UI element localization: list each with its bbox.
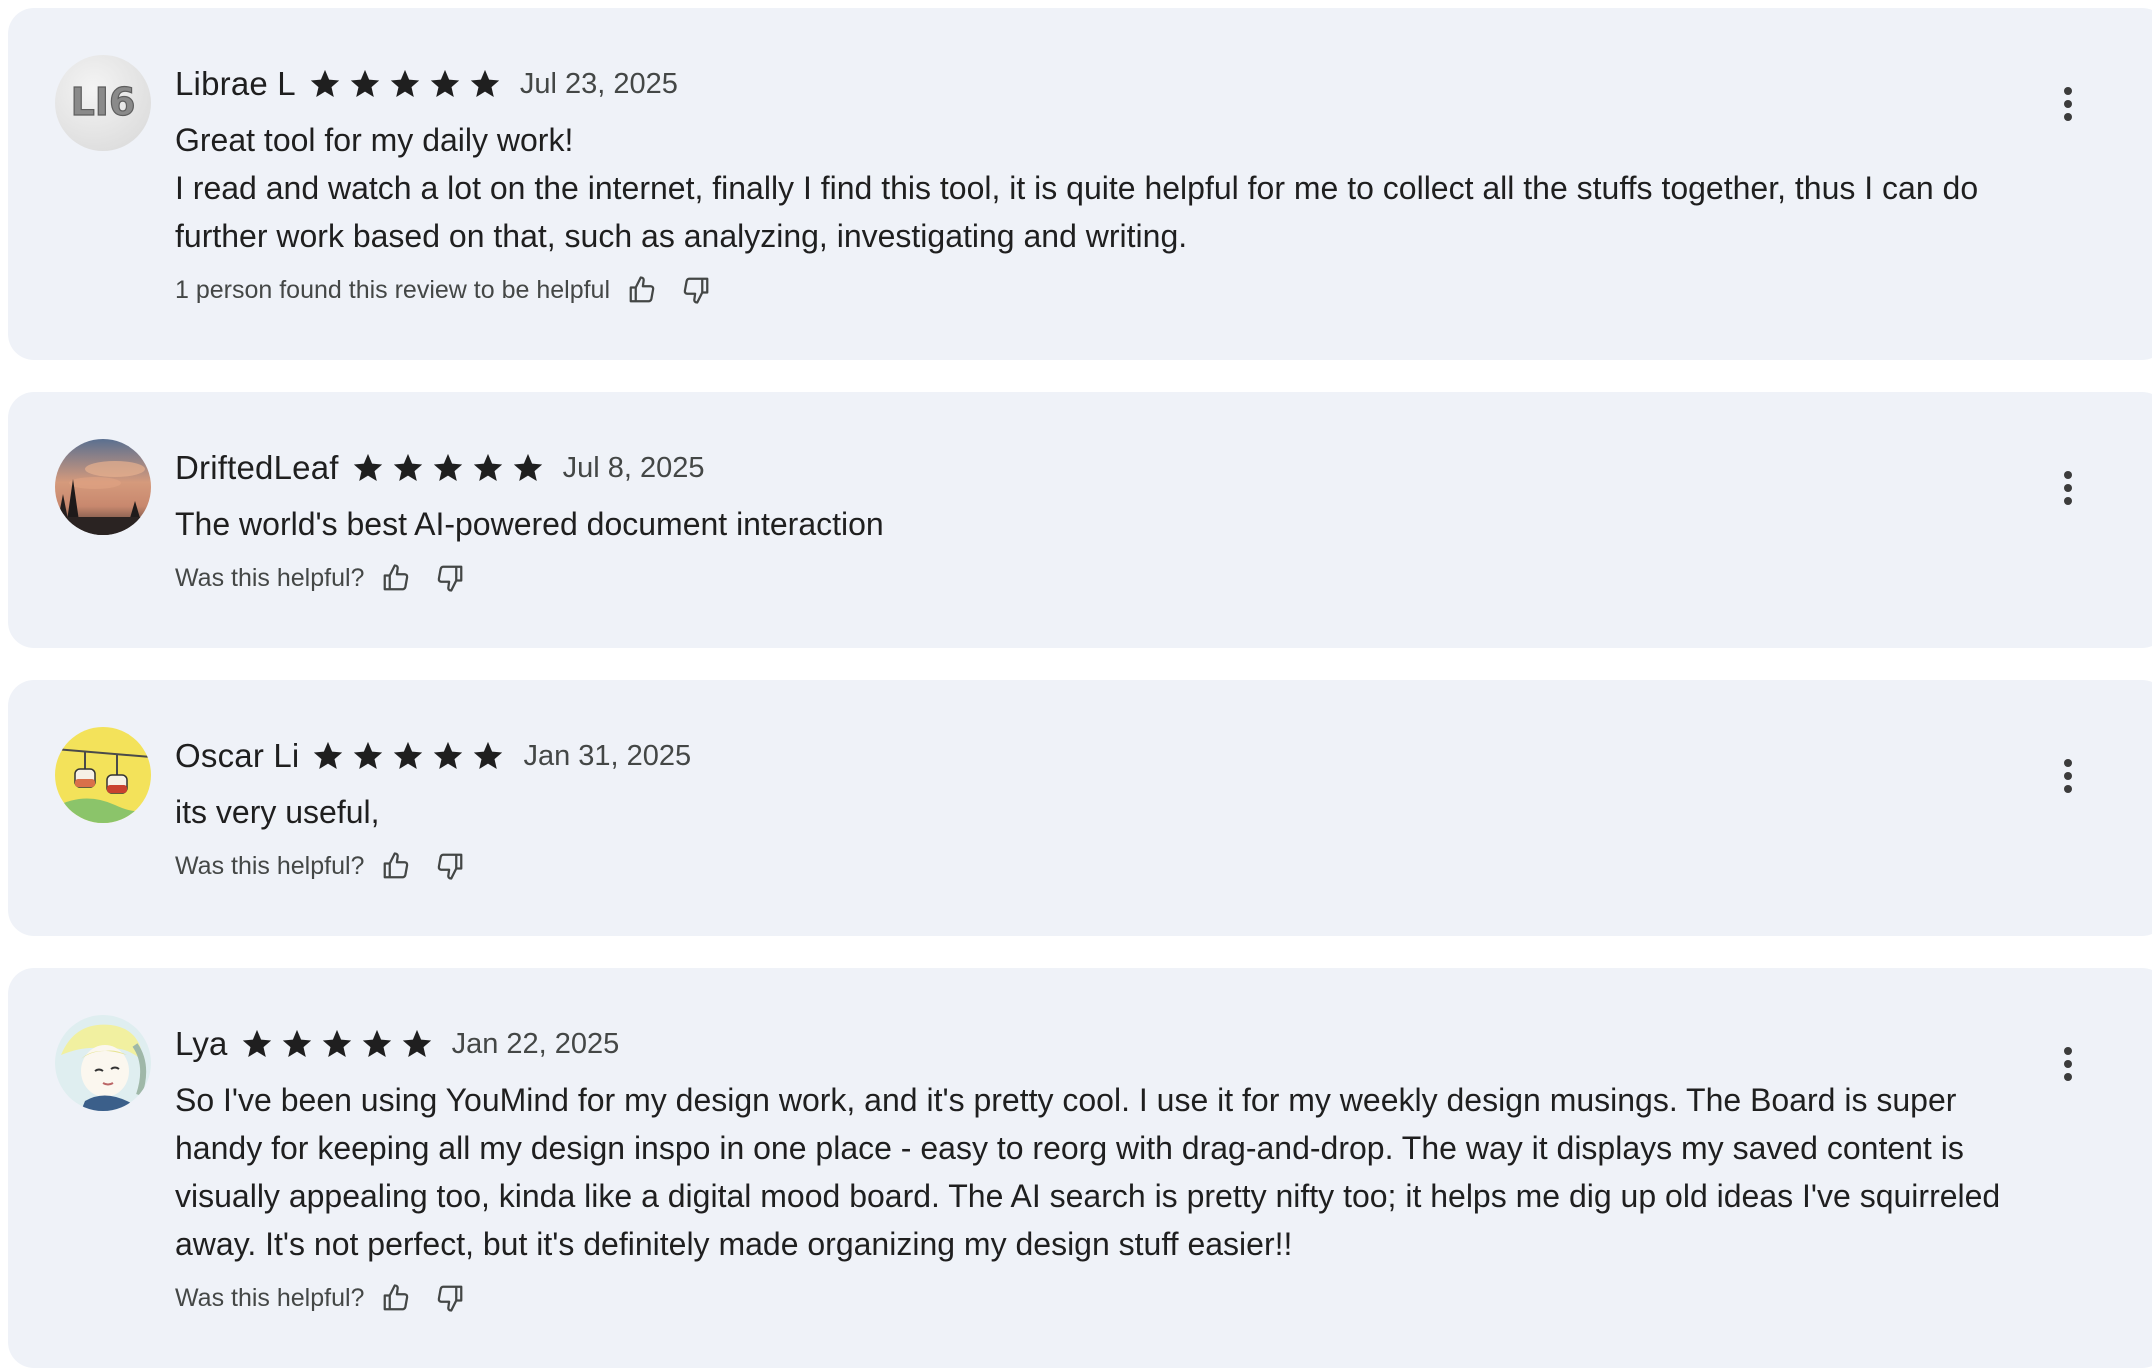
avatar[interactable] [55, 439, 151, 535]
thumb-down-icon[interactable] [432, 1280, 468, 1316]
thumb-down-icon[interactable] [432, 560, 468, 596]
star-rating [311, 739, 511, 773]
star-rating [308, 67, 508, 101]
review-header: Lya Jan 22, 2025 [175, 1020, 2038, 1068]
avatar-text: LI6 [71, 80, 136, 124]
thumb-down-icon[interactable] [678, 272, 714, 308]
review-header: DriftedLeaf Jul 8, 2025 [175, 444, 2038, 492]
review-content: Librae L Jul 23, 2025 Great tool for my … [175, 60, 2038, 310]
review-date: Jul 23, 2025 [519, 67, 678, 100]
review-text: Great tool for my daily work! I read and… [175, 116, 2038, 260]
review-body: its very useful, [175, 794, 380, 830]
star-icon [314, 741, 343, 770]
review-content: Lya Jan 22, 2025 So I've been using YouM… [175, 1020, 2038, 1318]
more-vert-icon [2064, 471, 2072, 479]
star-icon [354, 741, 383, 770]
review-card: Oscar Li Jan 31, 2025 its very useful, W… [8, 680, 2152, 936]
star-icon [394, 741, 423, 770]
star-icon [350, 69, 380, 98]
review-text: its very useful, [175, 788, 2038, 836]
review-card: LI6 Librae L Jul 23, 2025 Great tool for… [8, 8, 2152, 360]
star-rating [240, 1027, 440, 1061]
helpful-text: Was this helpful? [175, 851, 365, 880]
star-icon [242, 1029, 271, 1058]
thumb-up-icon[interactable] [624, 272, 660, 308]
author-name: Lya [175, 1025, 228, 1062]
star-icon [402, 1029, 431, 1058]
avatar[interactable] [55, 1015, 151, 1111]
star-icon [433, 453, 462, 482]
helpful-text: Was this helpful? [175, 1283, 365, 1312]
helpful-row: Was this helpful? [175, 1278, 2038, 1318]
review-card: DriftedLeaf Jul 8, 2025 The world's best… [8, 392, 2152, 648]
thumb-down-icon[interactable] [432, 848, 468, 884]
star-icon [282, 1029, 311, 1058]
review-card: Lya Jan 22, 2025 So I've been using YouM… [8, 968, 2152, 1368]
review-date: Jan 22, 2025 [451, 1027, 620, 1060]
author-name: Librae L [175, 65, 296, 102]
more-vert-icon [2064, 87, 2072, 95]
star-icon [434, 741, 463, 770]
star-icon [474, 741, 503, 770]
review-text: So I've been using YouMind for my design… [175, 1076, 2038, 1268]
avatar[interactable]: LI6 [55, 55, 151, 151]
author-name: Oscar Li [175, 737, 300, 774]
thumb-up-icon[interactable] [378, 560, 414, 596]
star-icon [430, 69, 460, 98]
more-options-button[interactable] [2048, 752, 2088, 800]
star-icon [393, 453, 422, 482]
more-options-button[interactable] [2048, 80, 2088, 128]
helpful-row: Was this helpful? [175, 846, 2038, 886]
helpful-text: Was this helpful? [175, 563, 365, 592]
thumb-up-icon[interactable] [378, 848, 414, 884]
thumb-up-icon[interactable] [378, 1280, 414, 1316]
review-title: Great tool for my daily work! [175, 122, 574, 158]
star-icon [513, 453, 542, 482]
review-body: So I've been using YouMind for my design… [175, 1082, 2001, 1262]
review-body: The world's best AI-powered document int… [175, 506, 884, 542]
review-body: I read and watch a lot on the internet, … [175, 170, 1979, 254]
review-text: The world's best AI-powered document int… [175, 500, 2038, 548]
star-rating [351, 451, 551, 485]
helpful-row: 1 person found this review to be helpful [175, 270, 2038, 310]
author-name: DriftedLeaf [175, 449, 339, 486]
helpful-text: 1 person found this review to be helpful [175, 275, 610, 304]
star-icon [473, 453, 502, 482]
review-date: Jan 31, 2025 [523, 739, 692, 772]
review-content: DriftedLeaf Jul 8, 2025 The world's best… [175, 444, 2038, 598]
review-date: Jul 8, 2025 [562, 451, 705, 484]
review-content: Oscar Li Jan 31, 2025 its very useful, W… [175, 732, 2038, 886]
star-icon [362, 1029, 391, 1058]
star-icon [470, 69, 500, 98]
helpful-row: Was this helpful? [175, 558, 2038, 598]
star-icon [322, 1029, 351, 1058]
review-header: Librae L Jul 23, 2025 [175, 60, 2038, 108]
star-icon [390, 69, 420, 98]
star-icon [353, 453, 382, 482]
more-options-button[interactable] [2048, 464, 2088, 512]
avatar[interactable] [55, 727, 151, 823]
star-icon [310, 69, 340, 98]
more-options-button[interactable] [2048, 1040, 2088, 1088]
review-header: Oscar Li Jan 31, 2025 [175, 732, 2038, 780]
more-vert-icon [2064, 759, 2072, 767]
more-vert-icon [2064, 1047, 2072, 1055]
